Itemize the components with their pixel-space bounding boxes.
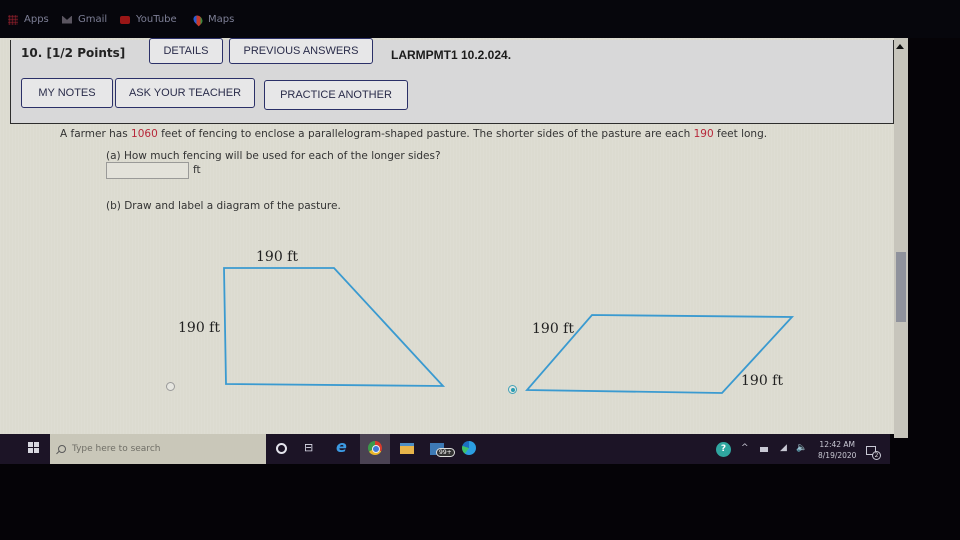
clock-time: 12:42 AM bbox=[819, 440, 856, 449]
bookmark-gmail[interactable]: Gmail bbox=[62, 14, 107, 25]
parallelogram-left-label: 190 ft bbox=[532, 321, 574, 337]
apps-grid-icon bbox=[8, 14, 18, 25]
parallelogram-right-label: 190 ft bbox=[741, 373, 783, 389]
windows-start-icon[interactable] bbox=[28, 442, 39, 453]
cortana-icon[interactable] bbox=[276, 443, 287, 454]
file-explorer-icon[interactable] bbox=[400, 443, 414, 454]
bookmark-apps[interactable]: Apps bbox=[8, 14, 49, 25]
diagram-option-parallelogram[interactable]: 190 ft 190 ft bbox=[525, 314, 795, 394]
trapezoid-top-label: 190 ft bbox=[256, 249, 298, 265]
chrome-icon[interactable] bbox=[368, 441, 382, 455]
internet-explorer-icon[interactable]: e bbox=[336, 437, 350, 456]
wifi-icon[interactable]: ◢ bbox=[780, 443, 787, 453]
diagram-option-trapezoid[interactable]: 190 ft 190 ft bbox=[178, 249, 446, 387]
notification-count: 2 bbox=[872, 451, 881, 460]
bookmark-label: Apps bbox=[24, 14, 49, 25]
diagram-options: 190 ft 190 ft 190 ft 190 ft bbox=[178, 249, 795, 394]
taskbar-search-box[interactable]: Type here to search bbox=[50, 434, 266, 464]
bookmark-label: Gmail bbox=[78, 14, 108, 25]
gmail-icon bbox=[62, 15, 72, 24]
volume-icon[interactable]: 🔈 bbox=[796, 443, 807, 453]
mail-badge: 99+ bbox=[436, 448, 455, 457]
task-view-icon[interactable]: ⊟ bbox=[304, 441, 318, 455]
edge-icon[interactable] bbox=[462, 441, 476, 455]
search-placeholder: Type here to search bbox=[72, 444, 161, 454]
scroll-up-arrow-icon[interactable] bbox=[896, 44, 904, 49]
clock-date: 8/19/2020 bbox=[818, 451, 857, 460]
bookmark-youtube[interactable]: YouTube bbox=[120, 14, 177, 25]
trapezoid-left-label: 190 ft bbox=[178, 320, 220, 336]
show-hidden-icons-chevron-icon[interactable]: ^ bbox=[741, 443, 749, 453]
bookmark-label: YouTube bbox=[136, 14, 177, 25]
maps-pin-icon bbox=[191, 13, 205, 26]
system-clock[interactable]: 12:42 AM 8/19/2020 bbox=[818, 439, 856, 461]
bookmark-label: Maps bbox=[208, 14, 235, 25]
option-trapezoid-radio[interactable] bbox=[166, 382, 175, 391]
option-parallelogram-radio[interactable] bbox=[508, 385, 517, 394]
bookmarks-bar: Apps Gmail YouTube Maps bbox=[0, 0, 960, 38]
battery-icon[interactable] bbox=[760, 447, 768, 452]
page-content: 10. [1/2 Points] DETAILS PREVIOUS ANSWER… bbox=[0, 38, 900, 434]
youtube-icon bbox=[120, 15, 130, 24]
help-icon[interactable]: ? bbox=[716, 442, 731, 457]
taskbar: Type here to search ⊟ e 99+ ? ^ ◢ 🔈 12:4… bbox=[0, 434, 890, 464]
scroll-thumb[interactable] bbox=[896, 252, 906, 322]
vertical-scrollbar[interactable] bbox=[894, 38, 908, 438]
bookmark-maps[interactable]: Maps bbox=[191, 13, 235, 26]
trapezoid-shape bbox=[223, 267, 446, 387]
search-icon bbox=[58, 445, 66, 453]
